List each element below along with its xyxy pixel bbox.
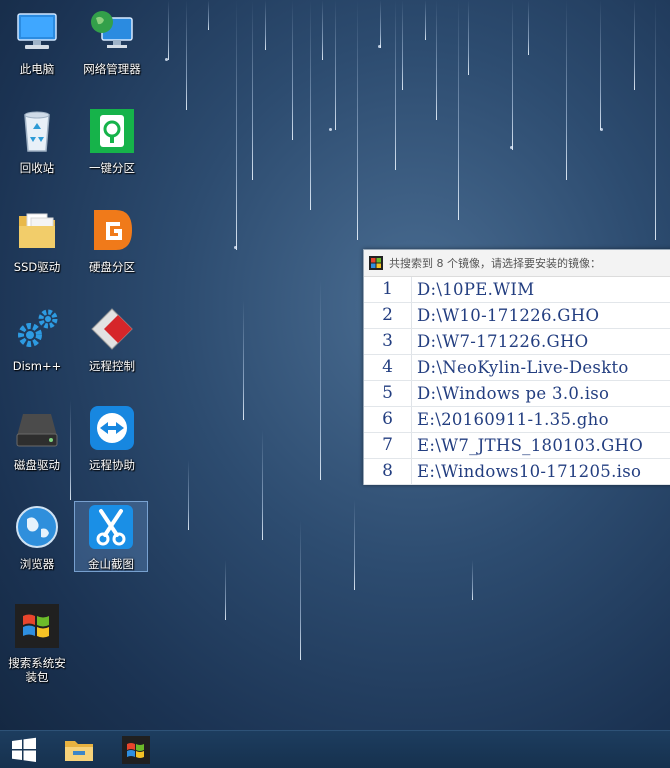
desktop-icon-disk-driver[interactable]: 磁盘驱动	[1, 404, 73, 472]
desktop-icon-remote-assist[interactable]: 远程协助	[76, 404, 148, 472]
image-list: 1 D:\10PE.WIM 2 D:\W10-171226.GHO 3 D:\W7-1…	[364, 277, 670, 485]
row-number: 2	[364, 303, 412, 328]
taskbar-search-install-app[interactable]	[114, 731, 158, 768]
row-number: 5	[364, 381, 412, 406]
desktop-icon-dism[interactable]: Dism++	[1, 305, 73, 373]
diskgenius-icon	[88, 206, 136, 254]
browser-globe-icon	[13, 503, 61, 551]
desktop-icon-label: 此电脑	[19, 62, 55, 76]
row-number: 3	[364, 329, 412, 354]
desktop-icon-ssd-driver[interactable]: SSD驱动	[1, 206, 73, 274]
desktop-icon-browser[interactable]: 浏览器	[1, 503, 73, 571]
row-number: 8	[364, 459, 412, 484]
desktop-icon-network-manager[interactable]: 网络管理器	[76, 8, 148, 76]
image-list-row[interactable]: 4 D:\NeoKylin-Live-Deskto	[364, 355, 670, 381]
image-list-row[interactable]: 6 E:\20160911-1.35.gho	[364, 407, 670, 433]
folder-icon	[13, 206, 61, 254]
desktop-icon-this-pc[interactable]: 此电脑	[1, 8, 73, 76]
desktop-icon-label: SSD驱动	[13, 260, 61, 274]
dialog-title: 共搜索到 8 个镜像，请选择要安装的镜像：	[389, 257, 601, 270]
dialog-titlebar[interactable]: 共搜索到 8 个镜像，请选择要安装的镜像：	[364, 250, 670, 277]
desktop-icon-remote-control[interactable]: 远程控制	[76, 305, 148, 373]
desktop-icon-label: 远程协助	[89, 458, 135, 472]
desktop-icon-label: 硬盘分区	[89, 260, 135, 274]
desktop-icon-label: 搜索系统安装包	[8, 656, 66, 684]
desktop-icon-search-install-package[interactable]: 搜索系统安装包	[1, 602, 73, 684]
row-number: 7	[364, 433, 412, 458]
desktop-icon-label: Dism++	[12, 359, 62, 373]
row-number: 4	[364, 355, 412, 380]
image-path: D:\NeoKylin-Live-Deskto	[417, 358, 629, 377]
desktop-icon-label: 远程控制	[89, 359, 135, 373]
image-path: D:\10PE.WIM	[417, 280, 535, 299]
image-path: D:\W10-171226.GHO	[417, 306, 600, 325]
desktop-icon-kingsoft-screenshot[interactable]: 金山截图	[74, 501, 148, 572]
image-path: E:\20160911-1.35.gho	[417, 410, 609, 429]
desktop-icon-label: 金山截图	[88, 557, 134, 571]
file-explorer-icon	[65, 740, 93, 761]
windows-flag-app-icon	[122, 735, 150, 764]
image-selection-dialog: 共搜索到 8 个镜像，请选择要安装的镜像： 1 D:\10PE.WIM 2 D:\W…	[363, 249, 670, 485]
remote-control-icon	[88, 305, 136, 353]
windows-flag-icon	[13, 602, 61, 650]
screenshot-scissors-icon	[87, 503, 135, 551]
image-list-row[interactable]: 2 D:\W10-171226.GHO	[364, 303, 670, 329]
start-button[interactable]	[2, 731, 46, 768]
desktop-icon-label: 一键分区	[89, 161, 135, 175]
image-path: D:\W7-171226.GHO	[417, 332, 589, 351]
network-manager-icon	[88, 8, 136, 56]
image-list-row[interactable]: 7 E:\W7_JTHS_180103.GHO	[364, 433, 670, 459]
windows-start-icon	[12, 737, 36, 762]
desktop: 此电脑 回收站 SSD驱动 Dism++ 磁盘驱动 浏览器 搜索系统安装包 网络…	[0, 0, 670, 730]
image-path: D:\Windows pe 3.0.iso	[417, 384, 610, 403]
image-list-row[interactable]: 5 D:\Windows pe 3.0.iso	[364, 381, 670, 407]
recycle-bin-icon	[13, 107, 61, 155]
desktop-icon-disk-partition[interactable]: 硬盘分区	[76, 206, 148, 274]
image-path: E:\Windows10-171205.iso	[417, 462, 642, 481]
image-list-row[interactable]: 3 D:\W7-171226.GHO	[364, 329, 670, 355]
desktop-icon-label: 浏览器	[19, 557, 55, 571]
image-list-row[interactable]: 8 E:\Windows10-171205.iso	[364, 459, 670, 485]
computer-icon	[13, 8, 61, 56]
image-path: E:\W7_JTHS_180103.GHO	[417, 436, 644, 455]
desktop-icon-label: 网络管理器	[83, 62, 141, 76]
desktop-icon-label: 回收站	[19, 161, 55, 175]
taskbar	[0, 730, 670, 768]
row-number: 1	[364, 277, 412, 302]
one-key-partition-icon	[88, 107, 136, 155]
desktop-icon-label: 磁盘驱动	[14, 458, 60, 472]
image-list-row[interactable]: 1 D:\10PE.WIM	[364, 277, 670, 303]
desktop-icon-recycle-bin[interactable]: 回收站	[1, 107, 73, 175]
teamviewer-icon	[88, 404, 136, 452]
disk-drive-icon	[13, 404, 61, 452]
row-number: 6	[364, 407, 412, 432]
gears-icon	[13, 305, 61, 353]
desktop-icon-one-key-partition[interactable]: 一键分区	[76, 107, 148, 175]
taskbar-file-explorer[interactable]	[57, 731, 101, 768]
windows-flag-icon	[369, 256, 383, 270]
